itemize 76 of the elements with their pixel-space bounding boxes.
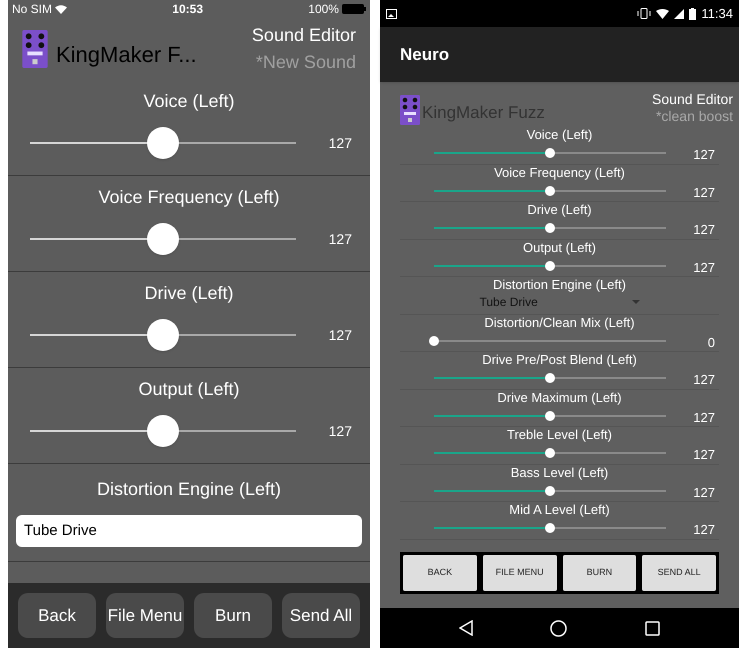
- slider-thumb[interactable]: [429, 336, 439, 346]
- slider-thumb[interactable]: [545, 260, 555, 270]
- slider-thumb[interactable]: [545, 410, 555, 420]
- screen-title: Sound Editor: [252, 24, 356, 47]
- carrier-text: No SIM: [12, 1, 52, 18]
- wifi-icon: [656, 8, 670, 18]
- slider-value: 127: [328, 326, 352, 344]
- toolbar-button[interactable]: SEND ALL: [642, 555, 716, 591]
- slider-thumb[interactable]: [545, 148, 555, 158]
- control-label: Drive Pre/Post Blend (Left): [482, 352, 637, 368]
- battery-icon: [689, 8, 696, 20]
- control-label: Voice Frequency (Left): [98, 186, 280, 209]
- toolbar-button[interactable]: File Menu: [106, 593, 184, 638]
- dropdown-field[interactable]: Tube Drive: [16, 515, 362, 547]
- slider-value: 127: [328, 422, 352, 440]
- control-label: Voice Frequency (Left): [494, 164, 625, 180]
- recent-apps-icon[interactable]: [645, 620, 660, 636]
- slider-value: 127: [692, 446, 715, 464]
- control-label: Drive (Left): [527, 202, 592, 218]
- control-label: Voice (Left): [526, 127, 592, 143]
- toolbar-button[interactable]: Burn: [194, 593, 272, 638]
- slider-thumb[interactable]: [545, 186, 555, 196]
- control-label: Output (Left): [523, 240, 596, 256]
- slider-value: 127: [692, 408, 715, 427]
- pedal-icon: [22, 30, 48, 68]
- slider-thumb[interactable]: [147, 415, 179, 447]
- battery-icon: [342, 4, 366, 14]
- back-icon[interactable]: [458, 620, 473, 636]
- home-icon[interactable]: [550, 620, 568, 636]
- slider-thumb[interactable]: [147, 223, 179, 255]
- slider-value: 127: [692, 521, 715, 540]
- slider-value: 127: [692, 146, 715, 164]
- image-icon: [386, 8, 397, 18]
- pedal-icon: [400, 95, 420, 125]
- caret-icon: [632, 300, 640, 304]
- toolbar-button[interactable]: Send All: [282, 593, 360, 638]
- slider-value: 127: [328, 134, 352, 152]
- signal-icon: [674, 8, 684, 18]
- control-label: Distortion Engine (Left): [96, 478, 282, 501]
- control-label: Distortion Engine (Left): [493, 277, 626, 293]
- slider-value: 127: [692, 371, 715, 390]
- slider-value: 127: [692, 258, 715, 277]
- sound-name: *New Sound: [256, 51, 356, 74]
- control-label: Distortion/Clean Mix (Left): [484, 314, 635, 330]
- wifi-icon: [55, 4, 68, 14]
- slider-thumb[interactable]: [545, 373, 555, 383]
- slider-value: 0: [706, 334, 715, 352]
- slider-thumb[interactable]: [545, 448, 555, 458]
- control-label: Voice (Left): [143, 90, 235, 113]
- control-label: Mid A Level (Left): [509, 502, 610, 518]
- slider-thumb[interactable]: [147, 127, 179, 159]
- slider-thumb[interactable]: [545, 523, 555, 533]
- slider-value: 127: [328, 230, 352, 248]
- toolbar-button[interactable]: FILE MENU: [482, 555, 556, 591]
- status-time: 10:53: [172, 1, 203, 18]
- slider-thumb[interactable]: [545, 486, 555, 496]
- slider-value: 127: [692, 221, 715, 240]
- toolbar-button[interactable]: BURN: [562, 555, 636, 591]
- slider-thumb[interactable]: [545, 223, 555, 233]
- status-time: 11:34: [701, 4, 733, 23]
- toolbar-button[interactable]: BACK: [403, 555, 477, 591]
- device-name: KingMaker F...: [56, 42, 197, 68]
- screen-title: Sound Editor: [652, 91, 733, 108]
- slider-value: 127: [692, 184, 715, 202]
- control-label: Treble Level (Left): [506, 427, 612, 443]
- control-label: Output (Left): [138, 378, 240, 401]
- sound-name: *clean boost: [656, 108, 733, 125]
- slider-thumb[interactable]: [147, 319, 179, 351]
- toolbar-button[interactable]: Back: [18, 593, 96, 638]
- control-label: Drive Maximum (Left): [497, 390, 622, 406]
- vibrate-icon: [637, 8, 652, 19]
- control-label: Drive (Left): [144, 282, 234, 305]
- app-title: Neuro: [400, 44, 450, 66]
- control-label: Bass Level (Left): [510, 464, 608, 480]
- slider-value: 127: [692, 484, 715, 502]
- battery-text: 100%: [308, 1, 339, 18]
